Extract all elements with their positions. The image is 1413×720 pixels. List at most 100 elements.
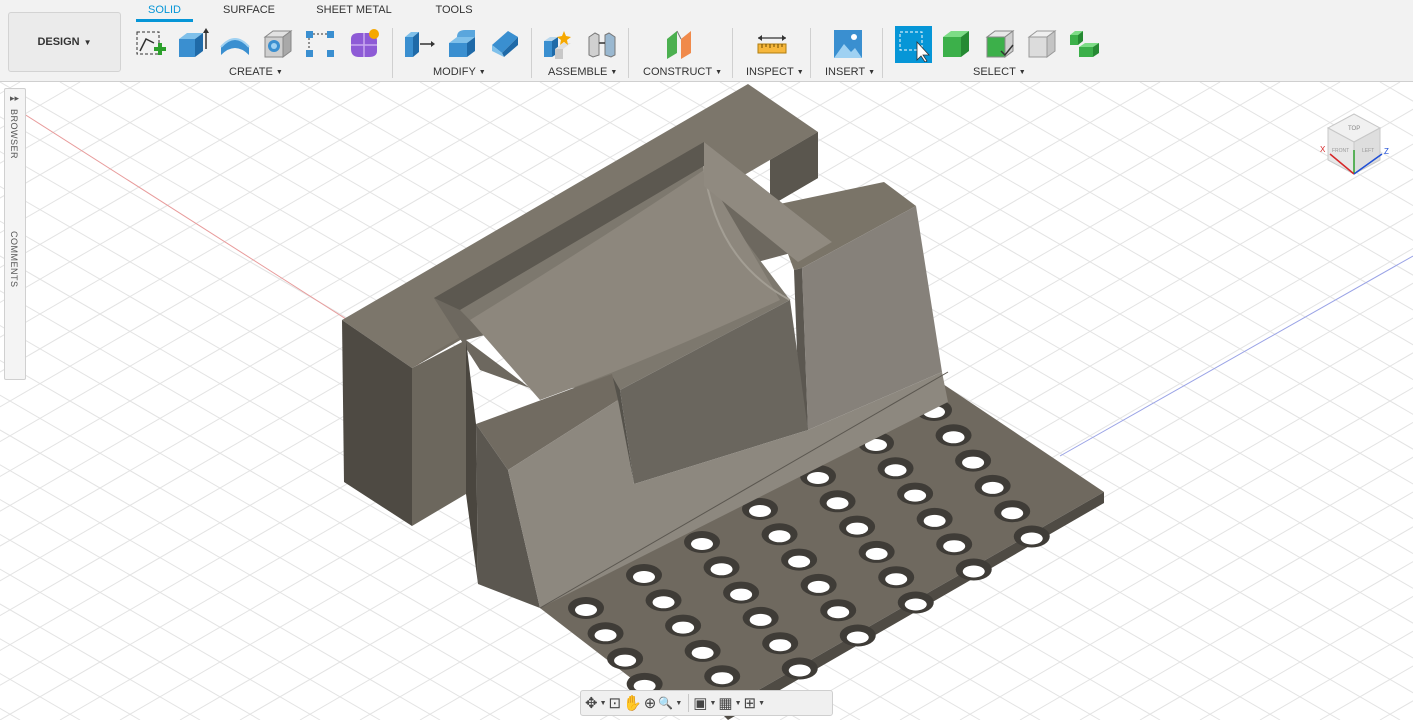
view-cube[interactable]: TOP FRONT LEFT X Z: [1316, 106, 1392, 182]
zoom-icon: ⊕: [643, 695, 657, 712]
browser-panel-toggle[interactable]: BROWSER: [9, 109, 19, 159]
extrude-button[interactable]: [174, 26, 210, 62]
toolbar-divider: [810, 28, 811, 78]
plate-hole-opening: [575, 604, 597, 616]
comments-panel-toggle[interactable]: COMMENTS: [9, 231, 19, 288]
chevron-down-icon: ▼: [83, 37, 92, 47]
nav-divider: [688, 694, 690, 712]
plate-hole-opening: [710, 563, 733, 576]
chevron-down-icon: ▼: [478, 69, 486, 76]
press-pull-button[interactable]: [400, 26, 436, 62]
chamfer-icon: [492, 31, 518, 57]
pattern-button[interactable]: [302, 26, 338, 62]
plate-hole-opening: [865, 547, 888, 560]
plate-hole-opening: [788, 664, 811, 677]
grid-settings-button[interactable]: ▦ ▼: [718, 692, 741, 714]
design-workspace-label: DESIGN: [37, 36, 80, 48]
select-priority-button[interactable]: [1066, 26, 1102, 62]
plate-hole-opening: [884, 464, 907, 477]
plate-hole-opening: [827, 606, 850, 619]
plate-hole-opening: [981, 481, 1004, 494]
plate-hole-opening: [962, 456, 985, 469]
modify-menu-label: MODIFY: [433, 66, 476, 78]
select-window-button[interactable]: [895, 26, 932, 63]
expand-arrows-icon[interactable]: ▸▸: [10, 93, 19, 104]
select-edge-icon: [1027, 30, 1057, 58]
fillet-button[interactable]: [444, 26, 480, 62]
pattern-icon: [306, 31, 334, 57]
toolbar-divider: [882, 28, 883, 78]
chevron-down-icon: ▼: [599, 699, 607, 707]
look-at-button[interactable]: ⊡: [609, 692, 622, 714]
insert-menu-label: INSERT: [825, 66, 866, 78]
create-menu-label: CREATE: [229, 66, 273, 78]
plate-hole-opening: [807, 580, 830, 593]
plate-hole-opening: [1020, 532, 1043, 545]
plate-hole-opening: [846, 631, 869, 644]
select-menu-label: SELECT: [973, 66, 1016, 78]
tab-solid[interactable]: SOLID: [136, 4, 193, 20]
viewcube-left-label: LEFT: [1362, 148, 1374, 154]
insert-menu[interactable]: INSERT ▼: [825, 66, 875, 78]
select-edge-button[interactable]: [1024, 26, 1060, 62]
select-priority-icon: [1070, 31, 1099, 57]
extrude-icon: [179, 28, 209, 57]
workspace-grid: [0, 82, 1413, 720]
construct-menu-label: CONSTRUCT: [643, 66, 713, 78]
revolve-icon: [220, 38, 250, 55]
navigation-bar: ✥ ▼ ⊡ ✋ ⊕ 🔍 ▼ ▣ ▼ ▦ ▼ ⊞ ▼: [580, 690, 833, 716]
fit-button[interactable]: 🔍 ▼: [658, 692, 682, 714]
select-menu[interactable]: SELECT ▼: [973, 66, 1026, 78]
select-face-icon: [985, 30, 1015, 58]
grid-settings-icon: ▦: [718, 695, 733, 712]
plate-hole-opening: [1001, 507, 1024, 520]
modify-menu[interactable]: MODIFY ▼: [433, 66, 486, 78]
measure-button[interactable]: [754, 26, 790, 62]
create-menu[interactable]: CREATE ▼: [229, 66, 283, 78]
chamfer-button[interactable]: [487, 26, 523, 62]
offset-plane-button[interactable]: [662, 26, 698, 62]
chevron-down-icon: ▼: [675, 699, 683, 707]
plate-hole-opening: [942, 431, 965, 444]
chevron-down-icon: ▼: [610, 69, 618, 76]
select-body-button[interactable]: [938, 26, 974, 62]
plate-hole-opening: [904, 489, 927, 502]
viewports-button[interactable]: ⊞ ▼: [744, 692, 766, 714]
plate-hole-opening: [788, 555, 811, 568]
plate-hole-opening: [885, 573, 908, 586]
joint-icon: [588, 32, 616, 58]
new-component-button[interactable]: [540, 26, 576, 62]
hole-button[interactable]: [260, 26, 296, 62]
orbit-button[interactable]: ✥ ▼: [585, 692, 607, 714]
new-component-icon: [544, 31, 571, 59]
zoom-button[interactable]: ⊕: [644, 692, 657, 714]
chevron-down-icon: ▼: [868, 69, 876, 76]
active-tab-indicator: [136, 19, 193, 22]
plate-hole-opening: [691, 538, 713, 550]
plate-hole-opening: [594, 629, 617, 642]
display-settings-button[interactable]: ▣ ▼: [693, 692, 716, 714]
design-workspace-button[interactable]: DESIGN ▼: [8, 12, 121, 72]
revolve-button[interactable]: [217, 26, 253, 62]
create-sketch-button[interactable]: [133, 26, 169, 62]
tab-tools[interactable]: TOOLS: [430, 4, 478, 20]
press-pull-icon: [405, 32, 435, 57]
plate-hole-opening: [904, 598, 927, 611]
form-button[interactable]: [346, 26, 382, 62]
assemble-menu[interactable]: ASSEMBLE ▼: [548, 66, 617, 78]
joint-button[interactable]: [584, 26, 620, 62]
insert-canvas-button[interactable]: [830, 26, 866, 62]
inspect-menu[interactable]: INSPECT ▼: [746, 66, 804, 78]
select-face-button[interactable]: [982, 26, 1018, 62]
pan-button[interactable]: ✋: [623, 692, 642, 714]
tab-sheet-metal[interactable]: SHEET METAL: [311, 4, 397, 20]
plate-hole-opening: [923, 514, 946, 527]
chevron-down-icon: ▼: [796, 69, 804, 76]
plate-hole-opening: [962, 565, 985, 578]
orbit-icon: ✥: [585, 695, 598, 712]
tab-surface[interactable]: SURFACE: [218, 4, 280, 20]
look-at-icon: ⊡: [608, 695, 622, 712]
3d-viewport[interactable]: [0, 82, 1413, 720]
construct-menu[interactable]: CONSTRUCT ▼: [643, 66, 722, 78]
plate-hole-opening: [730, 588, 753, 601]
